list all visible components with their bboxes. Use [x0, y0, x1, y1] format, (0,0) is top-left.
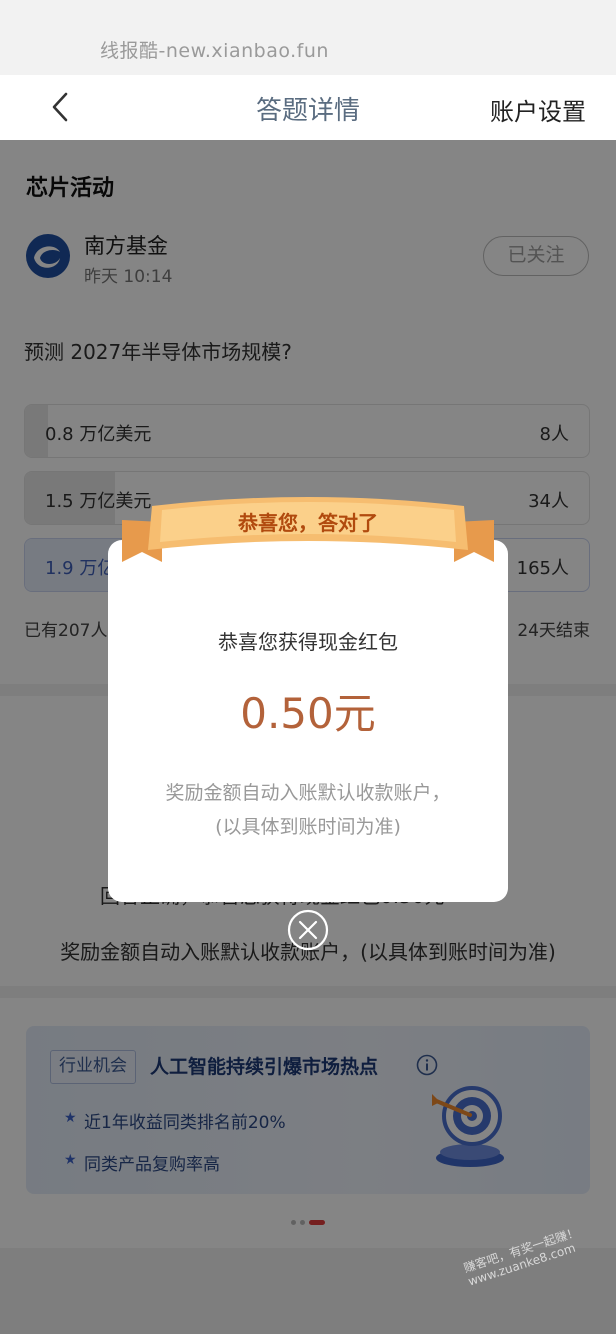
site-watermark: 线报酷-new.xianbao.fun: [100, 40, 329, 62]
account-settings-link[interactable]: 账户设置: [490, 92, 586, 127]
reward-subtitle: 恭喜您获得现金红包: [218, 630, 398, 654]
ribbon-title: 恭喜您，答对了: [238, 511, 378, 535]
close-icon[interactable]: [286, 908, 330, 952]
reward-note-text: 奖励金额自动入账默认收款账户， (以具体到账时间为准): [165, 782, 451, 838]
reward-dialog: 恭喜您获得现金红包 0.50元 奖励金额自动入账默认收款账户， (以具体到账时间…: [108, 540, 508, 902]
reward-amount: 0.50元: [240, 689, 376, 738]
